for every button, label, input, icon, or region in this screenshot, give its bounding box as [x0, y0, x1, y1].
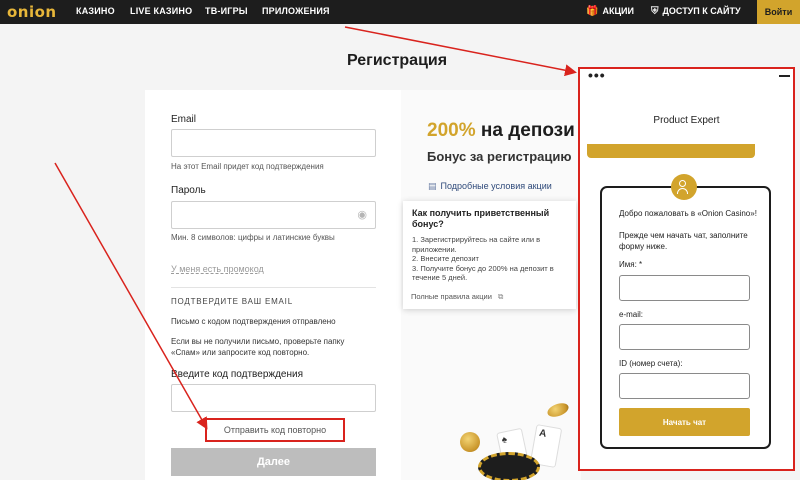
gift-icon: 🎁 — [586, 6, 599, 17]
hide-password-eye-icon[interactable]: ◉ — [357, 208, 367, 221]
login-button[interactable]: Войти — [757, 0, 800, 24]
coin-illustration — [460, 432, 480, 452]
shield-icon: ⛨ — [651, 6, 659, 17]
tooltip-steps: 1. Зарегистрируйтесь на сайте или в прил… — [412, 235, 572, 283]
nav-promos[interactable]: 🎁 АКЦИИ — [586, 6, 634, 17]
tooltip-step: 1. Зарегистрируйтесь на сайте или в прил… — [412, 235, 541, 254]
confirm-sent-text: Письмо с кодом подтверждения отправлено — [171, 317, 336, 326]
tooltip-step: 2. Внесите депозит — [412, 254, 479, 263]
bonus-title-rest: на депози — [480, 120, 575, 141]
minimize-icon[interactable] — [779, 75, 790, 77]
chip-illustration — [478, 452, 540, 480]
chat-widget: ••• Product Expert Добро пожаловать в «O… — [578, 67, 795, 471]
resend-code-button[interactable]: Отправить код повторно — [205, 418, 345, 442]
start-chat-button[interactable]: Начать чат — [619, 408, 750, 436]
user-avatar-icon — [671, 174, 697, 200]
promo-terms-link[interactable]: ▤ Подробные условия акции — [428, 181, 552, 192]
chat-name-label: Имя: * — [619, 260, 643, 269]
nav-site-access-label: ДОСТУП К САЙТУ — [662, 6, 741, 16]
confirm-help-line-2: «Спам» или запросите код повторно. — [171, 348, 310, 357]
tooltip-title: Как получить приветственный бонус? — [412, 208, 550, 229]
password-hint: Мин. 8 символов: цифры и латинские буквы — [171, 233, 335, 242]
prechat-form: Добро пожаловать в «Onion Casino»! Прежд… — [600, 174, 771, 449]
nav-apps[interactable]: ПРИЛОЖЕНИЯ — [262, 6, 330, 16]
tooltip-step: 3. Получите бонус до 200% на депозит в т… — [412, 263, 554, 283]
password-field[interactable]: ◉ — [171, 201, 376, 229]
nav-tv-games[interactable]: ТВ-ИГРЫ — [205, 6, 248, 16]
full-rules-label: Полные правила акции — [411, 292, 492, 301]
chat-email-label: e-mail: — [619, 310, 644, 319]
onion-logo[interactable]: onion — [7, 3, 57, 21]
code-label: Введите код подтверждения — [171, 369, 303, 380]
chat-instructions-text: Прежде чем начать чат, заполните форму н… — [619, 231, 748, 251]
chat-account-label: ID (номер счета): — [619, 359, 683, 368]
bonus-title: 200% на депози — [427, 120, 575, 142]
bonus-percent: 200% — [427, 120, 476, 141]
top-navigation-bar: onion КАЗИНО LIVE КАЗИНО ТВ-ИГРЫ ПРИЛОЖЕ… — [0, 0, 800, 24]
promo-code-link[interactable]: У меня есть промокод — [171, 264, 264, 274]
chat-welcome-text: Добро пожаловать в «Onion Casino»! — [619, 209, 757, 218]
nav-promos-label: АКЦИИ — [602, 6, 634, 16]
nav-casino[interactable]: КАЗИНО — [76, 6, 115, 16]
email-field[interactable] — [171, 129, 376, 157]
chat-account-field[interactable] — [619, 373, 750, 399]
full-rules-link[interactable]: Полные правила акции ⧉ — [411, 292, 503, 302]
chat-email-field[interactable] — [619, 324, 750, 350]
nav-site-access[interactable]: ⛨ ДОСТУП К САЙТУ — [651, 6, 741, 17]
divider — [171, 287, 376, 288]
confirm-help-line-1: Если вы не получили письмо, проверьте па… — [171, 337, 345, 346]
confirmation-code-field[interactable] — [171, 384, 376, 412]
promo-terms-label: Подробные условия акции — [440, 181, 552, 191]
next-button[interactable]: Далее — [171, 448, 376, 476]
page-title: Регистрация — [347, 52, 448, 69]
bonus-subtitle: Бонус за регистрацию — [427, 149, 572, 164]
chat-name-field[interactable] — [619, 275, 750, 301]
confirm-email-title: ПОДТВЕРДИТЕ ВАШ EMAIL — [171, 297, 293, 306]
email-label: Email — [171, 114, 197, 125]
chat-agent-title: Product Expert — [653, 115, 720, 126]
email-hint: На этот Email придет код подтверждения — [171, 162, 324, 171]
document-icon: ▤ — [428, 181, 437, 191]
chat-menu-icon[interactable]: ••• — [588, 67, 606, 83]
bonus-tooltip: Как получить приветственный бонус? 1. За… — [403, 201, 576, 309]
password-label: Пароль — [171, 185, 206, 196]
chat-header-strip — [587, 144, 755, 158]
external-link-icon: ⧉ — [498, 292, 504, 301]
nav-live-casino[interactable]: LIVE КАЗИНО — [130, 6, 192, 16]
